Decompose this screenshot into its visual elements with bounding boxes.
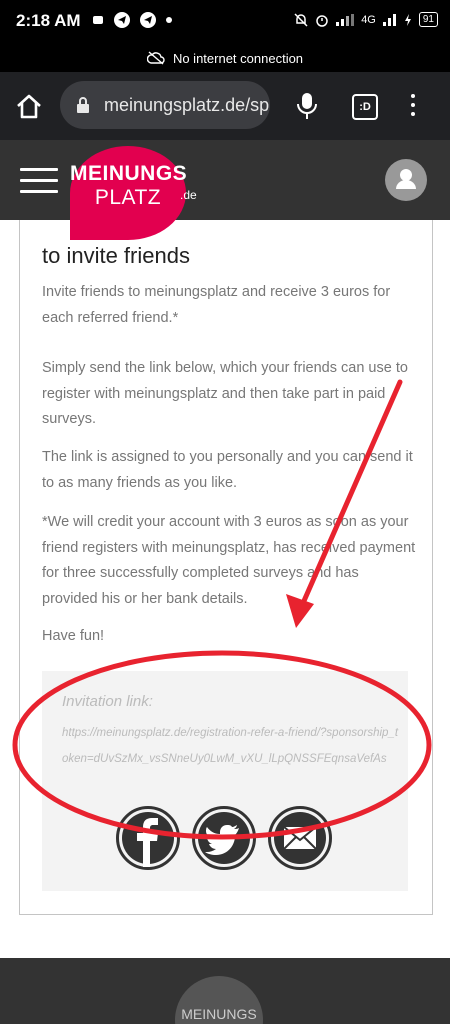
browser-toolbar: meinungsplatz.de/sp :D — [0, 72, 450, 140]
facebook-icon — [122, 812, 174, 867]
telegram-icon — [140, 12, 156, 28]
offline-text: No internet connection — [172, 50, 304, 66]
home-icon[interactable] — [14, 92, 44, 122]
twitter-icon — [198, 812, 250, 864]
site-header: MEINUNGS PLATZ — [0, 140, 450, 240]
paragraph-personal-link: The link is assigned to you personally a… — [42, 449, 413, 491]
status-time: 2:18 AM — [16, 11, 81, 30]
address-bar[interactable]: meinungsplatz.de/sp — [60, 81, 270, 129]
user-icon — [396, 169, 416, 189]
invitation-link-url[interactable]: https://meinungsplatz.de/registration-re… — [62, 720, 402, 772]
tab-switcher-button[interactable]: :D — [352, 94, 378, 120]
hamburger-menu-icon[interactable] — [20, 168, 58, 201]
url-text: meinungsplatz.de/sp — [104, 95, 270, 115]
invitation-link-label: Invitation link: — [62, 693, 153, 710]
network-type-label: 4G — [361, 13, 376, 26]
footer-logo-text: MEINUNGS — [181, 1006, 257, 1022]
browser-menu-button[interactable] — [408, 94, 418, 121]
paragraph-intro: Invite friends to meinungsplatz and rece… — [42, 284, 391, 326]
dot-icon — [166, 17, 172, 23]
site-logo[interactable]: MEINUNGS PLATZ — [70, 146, 188, 240]
signal-icon — [382, 13, 396, 26]
site-footer: MEINUNGS — [0, 958, 450, 1024]
cloud-off-icon — [146, 51, 165, 65]
status-bar: 2:18 AM 4G 91 — [0, 0, 450, 44]
share-email-button[interactable] — [268, 806, 332, 870]
footer-logo[interactable]: MEINUNGS — [175, 976, 263, 1024]
offline-banner: No internet connection — [0, 44, 450, 72]
alarm-icon — [316, 14, 328, 27]
lock-icon — [77, 97, 89, 113]
bell-muted-icon — [294, 12, 308, 27]
logo-text-line1: MEINUNGS — [70, 162, 188, 185]
paragraph-have-fun: Have fun! — [42, 628, 105, 644]
user-account-button[interactable] — [385, 159, 427, 201]
telegram-icon — [114, 12, 130, 28]
status-notification-icons — [92, 12, 172, 28]
share-facebook-button[interactable] — [116, 806, 180, 870]
share-twitter-button[interactable] — [192, 806, 256, 870]
logo-domain-suffix: .de — [180, 188, 197, 202]
charging-icon — [404, 13, 411, 26]
page-title: to invite friends — [42, 243, 190, 268]
paragraph-instructions: Simply send the link below, which your f… — [42, 360, 408, 427]
signal-icon — [336, 13, 355, 26]
message-icon — [93, 16, 103, 24]
status-system-icons: 4G 91 — [294, 12, 438, 27]
microphone-icon[interactable] — [296, 91, 318, 121]
paragraph-credit-terms: *We will credit your account with 3 euro… — [42, 514, 416, 607]
battery-level: 91 — [418, 12, 438, 27]
email-icon — [274, 812, 326, 864]
logo-text-line2: PLATZ — [94, 186, 162, 209]
